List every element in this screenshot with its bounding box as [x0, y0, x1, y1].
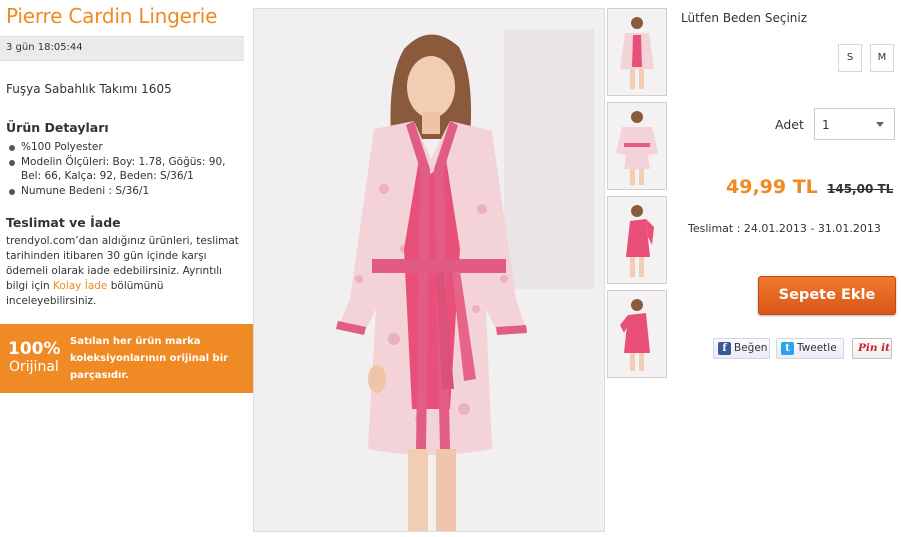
easy-return-link[interactable]: Kolay İade: [53, 280, 107, 292]
quantity-label: Adet: [775, 117, 804, 132]
pinterest-label: Pin it: [858, 342, 891, 354]
original-product-badge: 100% Orijinal Satılan her ürün marka kol…: [0, 324, 253, 393]
returns-text: trendyol.com’dan aldığınız ürünleri, tes…: [6, 234, 242, 309]
details-item: %100 Polyester: [6, 140, 242, 155]
details-item: Numune Bedeni : S/36/1: [6, 184, 242, 199]
current-price: 49,99 TL: [726, 176, 818, 198]
thumbnail-image[interactable]: [607, 196, 667, 284]
facebook-icon: f: [718, 342, 731, 355]
product-info-panel: Pierre Cardin Lingerie 3 gün 18:05:44 Fu…: [0, 0, 244, 537]
product-name: Fuşya Sabahlık Takımı 1605: [6, 82, 172, 96]
twitter-label: Tweetle: [797, 342, 837, 354]
delivery-dates: Teslimat : 24.01.2013 - 31.01.2013: [688, 222, 881, 235]
thumbnail-image[interactable]: [607, 290, 667, 378]
size-option-m[interactable]: M: [870, 44, 894, 72]
original-text: Satılan her ürün marka koleksiyonlarının…: [70, 336, 229, 381]
twitter-icon: t: [781, 342, 794, 355]
model-robe-illustration: [254, 9, 604, 531]
original-percent: 100%: [8, 339, 61, 359]
pin-it-button[interactable]: Pin it: [852, 338, 892, 359]
thumbnail-image[interactable]: [607, 8, 667, 96]
size-select-title: Lütfen Beden Seçiniz: [681, 11, 808, 25]
countdown-bar: 3 gün 18:05:44: [0, 36, 244, 61]
details-list: %100 Polyester Modelin Ölçüleri: Boy: 1.…: [6, 140, 242, 198]
thumbnail-illustration: [608, 9, 666, 95]
quantity-select[interactable]: 1: [814, 108, 895, 140]
old-price: 145,00 TL: [827, 182, 894, 196]
thumbnail-illustration: [608, 291, 666, 377]
brand-title[interactable]: Pierre Cardin Lingerie: [6, 4, 217, 28]
main-product-image[interactable]: [253, 8, 605, 532]
facebook-label: Beğen: [734, 342, 768, 354]
quantity-value: 1: [822, 118, 830, 132]
facebook-like-button[interactable]: f Beğen: [713, 338, 770, 359]
tweet-button[interactable]: t Tweetle: [776, 338, 844, 359]
add-to-cart-button[interactable]: Sepete Ekle: [758, 276, 896, 315]
thumbnail-illustration: [608, 197, 666, 283]
thumbnail-image[interactable]: [607, 102, 667, 190]
details-title: Ürün Detayları: [6, 120, 109, 135]
size-option-s[interactable]: S: [838, 44, 862, 72]
details-item: Modelin Ölçüleri: Boy: 1.78, Göğüs: 90, …: [6, 155, 242, 184]
thumbnail-illustration: [608, 103, 666, 189]
returns-title: Teslimat ve İade: [6, 215, 121, 230]
countdown-timer: 3 gün 18:05:44: [6, 42, 83, 53]
original-word: Orijinal: [9, 359, 59, 375]
chevron-down-icon: [876, 122, 884, 127]
